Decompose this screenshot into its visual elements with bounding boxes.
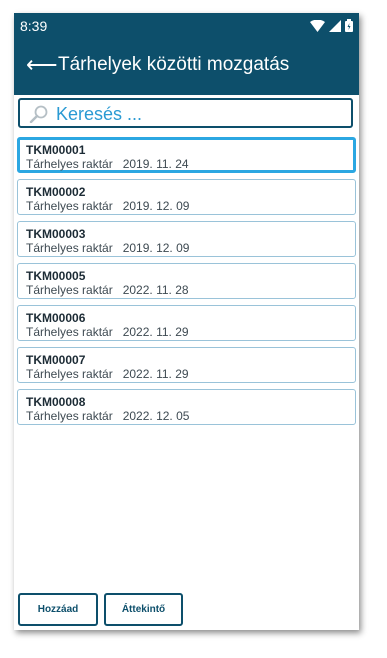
item-date: 2019. 12. 09 [122,241,190,255]
item-code: TKM00006 [26,311,86,325]
phone-screen: 8:39 ⟵ Tárhelyek közötti mozgatás TKM000… [14,13,359,630]
app-bar: ⟵ Tárhelyek közötti mozgatás [14,39,359,95]
back-arrow-icon[interactable]: ⟵ [26,54,58,76]
list-item[interactable]: TKM00002 Tárhelyes raktár 2019. 12. 09 [17,179,356,215]
list-item[interactable]: TKM00008 Tárhelyes raktár 2022. 12. 05 [17,389,356,425]
item-details: Tárhelyes raktár 2022. 12. 05 [26,409,189,423]
item-details: Tárhelyes raktár 2022. 11. 29 [26,325,189,339]
item-code: TKM00002 [26,185,86,199]
item-warehouse-type: Tárhelyes raktár [26,325,113,339]
item-code: TKM00005 [26,269,86,283]
item-date: 2019. 11. 24 [122,157,189,171]
signal-icon [329,19,341,32]
item-details: Tárhelyes raktár 2019. 12. 09 [26,241,189,255]
overview-button[interactable]: Áttekintő [104,593,183,626]
add-button[interactable]: Hozzáad [18,593,98,626]
status-bar: 8:39 [14,13,359,39]
item-date: 2019. 12. 09 [122,199,190,213]
item-details: Tárhelyes raktár 2019. 11. 24 [26,157,189,171]
status-time: 8:39 [20,18,48,34]
item-warehouse-type: Tárhelyes raktár [26,157,113,171]
list-item[interactable]: TKM00006 Tárhelyes raktár 2022. 11. 29 [17,305,356,341]
item-code: TKM00001 [26,143,86,157]
item-details: Tárhelyes raktár 2022. 11. 29 [26,367,189,381]
search-box[interactable] [18,98,353,128]
item-warehouse-type: Tárhelyes raktár [26,283,113,297]
list-item[interactable]: TKM00005 Tárhelyes raktár 2022. 11. 28 [17,263,356,299]
item-code: TKM00003 [26,227,86,241]
item-details: Tárhelyes raktár 2019. 12. 09 [26,199,189,213]
search-icon [29,105,48,123]
wifi-icon [310,19,325,32]
battery-icon [345,19,353,32]
item-warehouse-type: Tárhelyes raktár [26,199,113,213]
list-item[interactable]: TKM00001 Tárhelyes raktár 2019. 11. 24 [17,137,356,173]
item-code: TKM00007 [26,353,86,367]
movement-list: TKM00001 Tárhelyes raktár 2019. 11. 24 TKM0… [17,137,356,431]
page-title: Tárhelyek közötti mozgatás [58,54,290,75]
search-input[interactable] [56,103,346,125]
item-details: Tárhelyes raktár 2022. 11. 28 [26,283,189,297]
item-date: 2022. 11. 28 [122,283,189,297]
list-item[interactable]: TKM00007 Tárhelyes raktár 2022. 11. 29 [17,347,356,383]
list-item[interactable]: TKM00003 Tárhelyes raktár 2019. 12. 09 [17,221,356,257]
item-warehouse-type: Tárhelyes raktár [26,367,113,381]
status-icons [310,19,353,32]
item-code: TKM00008 [26,395,86,409]
item-date: 2022. 11. 29 [122,325,189,339]
item-date: 2022. 12. 05 [122,409,190,423]
item-warehouse-type: Tárhelyes raktár [26,409,113,423]
item-warehouse-type: Tárhelyes raktár [26,241,113,255]
item-date: 2022. 11. 29 [122,367,189,381]
